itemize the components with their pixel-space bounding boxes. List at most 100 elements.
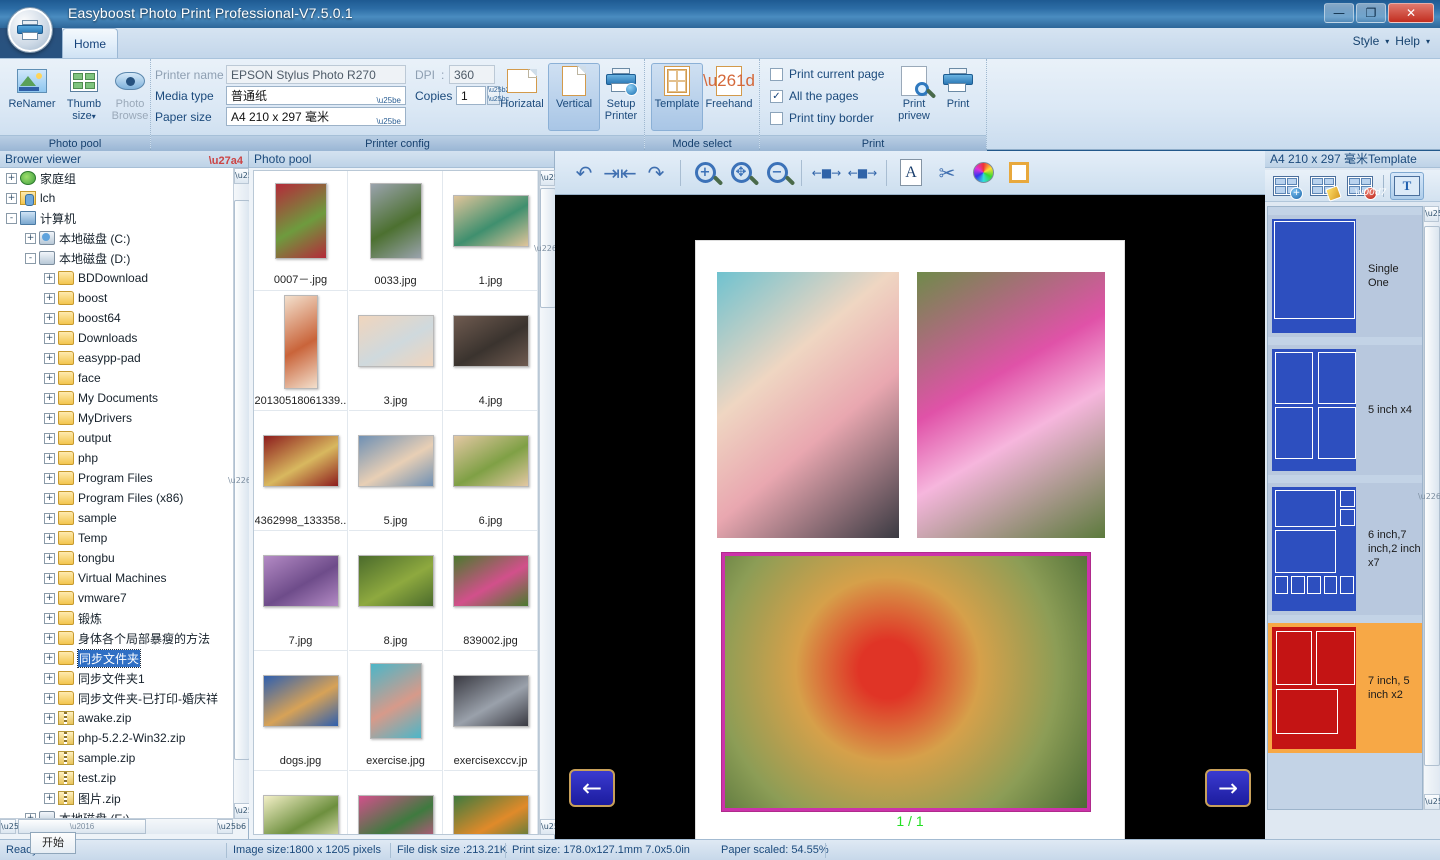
scroll-thumb[interactable]: \u2261 bbox=[228, 200, 256, 760]
photo-thumbnail-cell[interactable] bbox=[444, 771, 538, 834]
pool-scrollbar-vertical[interactable]: \u25b2 \u2261 \u25bc bbox=[534, 170, 569, 835]
zoom-out-button[interactable]: − bbox=[760, 156, 794, 190]
collapse-icon[interactable]: - bbox=[25, 252, 36, 264]
tab-home[interactable]: Home bbox=[62, 28, 118, 58]
expand-icon[interactable]: + bbox=[44, 472, 55, 484]
print-page[interactable] bbox=[695, 240, 1125, 850]
tree-item[interactable]: + 同步文件夹-已打印-婚庆祥 bbox=[0, 688, 233, 708]
photo-thumbnail-cell[interactable]: 839002.jpg bbox=[444, 531, 538, 651]
zoom-in-button[interactable]: + bbox=[688, 156, 722, 190]
expand-icon[interactable]: + bbox=[44, 532, 55, 544]
folder-tree[interactable]: + 家庭组 + lch - 计算机 + 本地磁盘 (C:) - 本地磁盘 (D:) + BDDownl… bbox=[0, 168, 233, 819]
template-mode-button[interactable]: Template bbox=[651, 63, 703, 131]
chevron-down-icon[interactable]: ▾ bbox=[1385, 37, 1389, 46]
horizontal-button[interactable]: Horizatal bbox=[496, 63, 548, 131]
scroll-down-arrow[interactable]: \u25bc bbox=[1424, 794, 1440, 810]
photo-thumbnail-cell[interactable]: exercisexccv.jp bbox=[444, 651, 538, 771]
tree-item[interactable]: + Program Files bbox=[0, 468, 233, 488]
photo-thumbnail-cell[interactable]: 6.jpg bbox=[444, 411, 538, 531]
tree-item[interactable]: + 锻炼 bbox=[0, 608, 233, 628]
expand-icon[interactable]: + bbox=[44, 672, 55, 684]
thumb-size-button[interactable]: Thumb size▾ bbox=[58, 63, 110, 131]
text-template-button[interactable]: T bbox=[1390, 171, 1424, 200]
tree-item[interactable]: + sample.zip bbox=[0, 748, 233, 768]
expand-icon[interactable]: + bbox=[44, 712, 55, 724]
scroll-thumb[interactable]: \u2261 bbox=[1418, 226, 1440, 766]
tree-item[interactable]: + 身体各个局部暴瘦的方法 bbox=[0, 628, 233, 648]
photo-thumbnail-cell[interactable]: 0033.jpg bbox=[349, 171, 443, 291]
zoom-fit-button[interactable]: ✥ bbox=[724, 156, 758, 190]
edit-template-button[interactable] bbox=[1306, 172, 1342, 202]
expand-icon[interactable]: + bbox=[44, 492, 55, 504]
tree-item[interactable]: - 计算机 bbox=[0, 208, 233, 228]
red-camellia-photo[interactable] bbox=[722, 553, 1090, 811]
tree-item[interactable]: + 本地磁盘 (C:) bbox=[0, 228, 233, 248]
photo-thumbnail-cell[interactable]: 8.jpg bbox=[349, 531, 443, 651]
align-center-button[interactable]: ⇥⇤ bbox=[603, 156, 637, 190]
expand-icon[interactable]: + bbox=[44, 512, 55, 524]
template-scrollbar-vertical[interactable]: \u25b2 \u2261 \u25bc bbox=[1418, 206, 1440, 810]
menu-help[interactable]: Help bbox=[1395, 34, 1420, 48]
photo-thumbnail-cell[interactable]: 3.jpg bbox=[349, 291, 443, 411]
print-tiny-border-row[interactable]: Print tiny border bbox=[770, 111, 874, 125]
photo-thumbnail-cell[interactable]: 7.jpg bbox=[254, 531, 348, 651]
tree-item[interactable]: + My Documents bbox=[0, 388, 233, 408]
printer-name-field[interactable]: EPSON Stylus Photo R270 Series bbox=[226, 65, 406, 98]
tree-item[interactable]: + output bbox=[0, 428, 233, 448]
tree-item[interactable]: + vmware7 bbox=[0, 588, 233, 608]
renamer-button[interactable]: ReNamer bbox=[6, 63, 58, 131]
print-current-page-row[interactable]: Print current page bbox=[770, 67, 884, 81]
tree-item[interactable]: + tongbu bbox=[0, 548, 233, 568]
fit-width-button[interactable]: ←■→ bbox=[809, 156, 843, 190]
tree-item[interactable]: + php bbox=[0, 448, 233, 468]
scroll-up-arrow[interactable]: \u25b2 bbox=[234, 168, 263, 184]
photo-thumbnail-cell[interactable]: 20130518061339.... bbox=[254, 291, 348, 411]
vertical-button[interactable]: Vertical bbox=[548, 63, 600, 131]
expand-icon[interactable]: + bbox=[44, 372, 55, 384]
chevron-down-icon[interactable]: ▾ bbox=[1426, 37, 1430, 46]
scroll-up-arrow[interactable]: \u25b2 bbox=[1424, 206, 1440, 222]
setup-printer-button[interactable]: Setup Printer bbox=[595, 63, 647, 131]
tree-item[interactable]: + Temp bbox=[0, 528, 233, 548]
photo-thumbnail-cell[interactable]: 5.jpg bbox=[349, 411, 443, 531]
add-text-button[interactable]: A bbox=[894, 156, 928, 190]
plum-blossom-photo[interactable] bbox=[914, 269, 1108, 541]
scroll-left-arrow[interactable]: \u25c0 bbox=[0, 819, 28, 834]
expand-icon[interactable]: + bbox=[44, 432, 55, 444]
expand-icon[interactable]: + bbox=[44, 792, 55, 804]
expand-icon[interactable]: + bbox=[6, 192, 17, 204]
next-page-button[interactable]: → bbox=[1205, 769, 1251, 807]
tree-item[interactable]: + php-5.2.2-Win32.zip bbox=[0, 728, 233, 748]
color-picker-button[interactable] bbox=[966, 156, 1000, 190]
photo-browse-button[interactable]: Photo Browse bbox=[104, 63, 156, 131]
expand-icon[interactable]: + bbox=[44, 592, 55, 604]
template-list-item[interactable]: 7 inch, 5 inch x2 bbox=[1268, 623, 1422, 753]
expand-icon[interactable]: + bbox=[44, 292, 55, 304]
tree-item[interactable]: + 同步文件夹1 bbox=[0, 668, 233, 688]
preview-canvas[interactable]: ← → 1 / 1 bbox=[555, 195, 1265, 850]
template-list-item[interactable]: Single One bbox=[1268, 215, 1422, 337]
tree-item[interactable]: + test.zip bbox=[0, 768, 233, 788]
template-list-item[interactable]: 5 inch x4 bbox=[1268, 345, 1422, 475]
copies-field[interactable]: 1 bbox=[456, 86, 486, 105]
expand-icon[interactable]: + bbox=[44, 452, 55, 464]
tree-scrollbar-vertical[interactable]: \u25b2 \u2261 \u25bc bbox=[228, 168, 263, 819]
photo-thumbnail-cell[interactable]: exercise.jpg bbox=[349, 651, 443, 771]
expand-icon[interactable]: + bbox=[25, 232, 36, 244]
template-list[interactable]: Single One 5 inch x4 6 inch,7 inch,2 inch … bbox=[1267, 206, 1423, 810]
photo-thumbnail-cell[interactable]: 1.jpg bbox=[444, 171, 538, 291]
expand-icon[interactable]: + bbox=[44, 772, 55, 784]
collapse-icon[interactable]: - bbox=[6, 212, 17, 224]
undo-button[interactable]: ↶ bbox=[567, 156, 601, 190]
tree-item[interactable]: + boost64 bbox=[0, 308, 233, 328]
redo-button[interactable]: ↷ bbox=[639, 156, 673, 190]
tree-item[interactable]: + BDDownload bbox=[0, 268, 233, 288]
expand-icon[interactable]: + bbox=[44, 352, 55, 364]
tree-item[interactable]: + 同步文件夹 bbox=[0, 648, 233, 668]
expand-icon[interactable]: + bbox=[44, 572, 55, 584]
expand-icon[interactable]: + bbox=[44, 692, 55, 704]
tree-item[interactable]: + Downloads bbox=[0, 328, 233, 348]
photo-thumbnail-cell[interactable]: dogs.jpg bbox=[254, 651, 348, 771]
scroll-up-arrow[interactable]: \u25b2 bbox=[540, 170, 569, 186]
scroll-down-arrow[interactable]: \u25bc bbox=[234, 803, 262, 819]
